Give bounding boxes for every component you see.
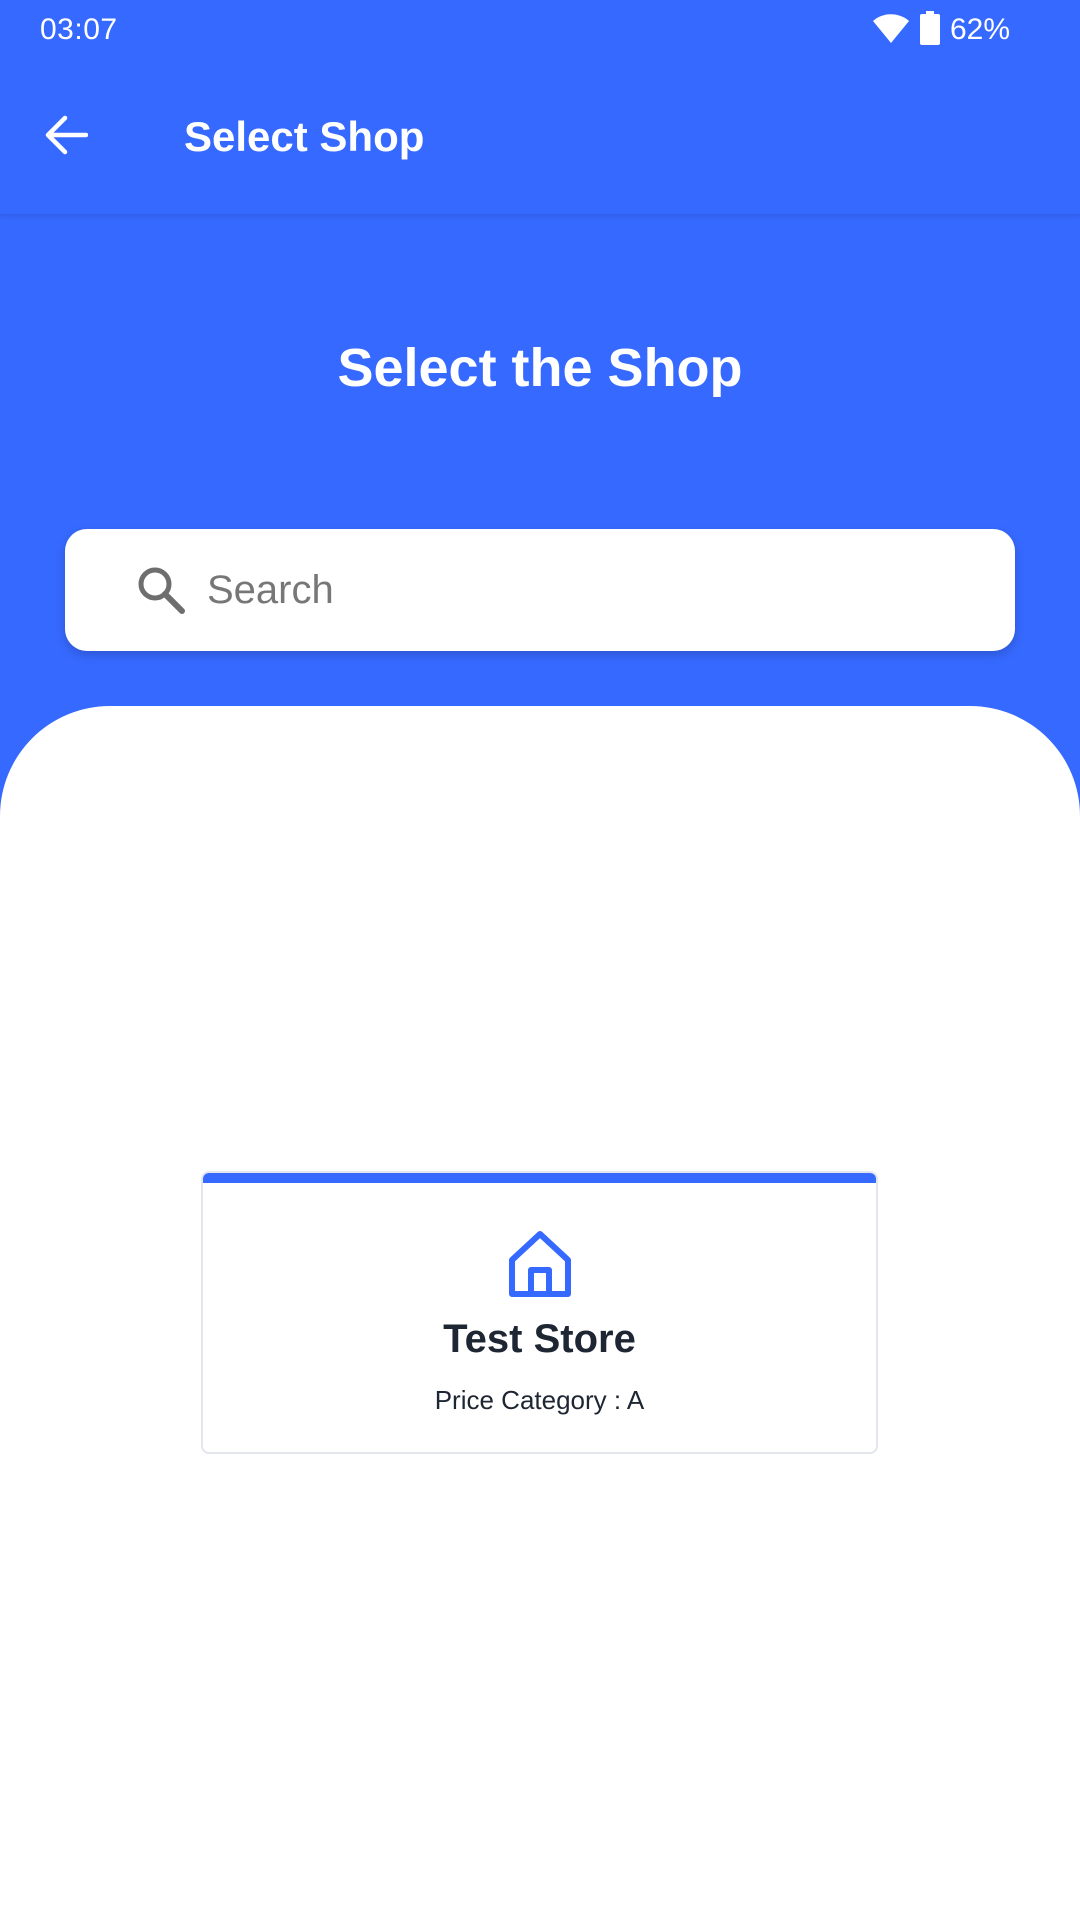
app-bar: Select Shop [0,60,1080,216]
back-button[interactable] [34,105,98,169]
battery-icon [919,10,940,50]
wifi-icon [872,12,910,49]
shop-card[interactable]: Test Store Price Category : A [201,1171,878,1454]
status-time: 03:07 [40,13,118,46]
page-title: Select the Shop [337,338,743,398]
search-bar[interactable] [65,529,1015,651]
status-bar: 03:07 62% [0,0,1080,60]
app-title: Select Shop [184,113,425,160]
status-indicators: 62% [872,10,1010,50]
battery-percentage: 62% [949,13,1010,46]
search-input[interactable] [207,529,967,651]
shop-name: Test Store [443,1317,636,1361]
shop-price-category: Price Category : A [434,1385,645,1415]
search-icon [131,560,191,620]
card-accent-bar [203,1173,876,1183]
home-icon [507,1230,573,1298]
arrow-back-icon [44,115,89,160]
screen: 03:07 62% Select Shop Select the Shop Se… [0,0,1080,1920]
